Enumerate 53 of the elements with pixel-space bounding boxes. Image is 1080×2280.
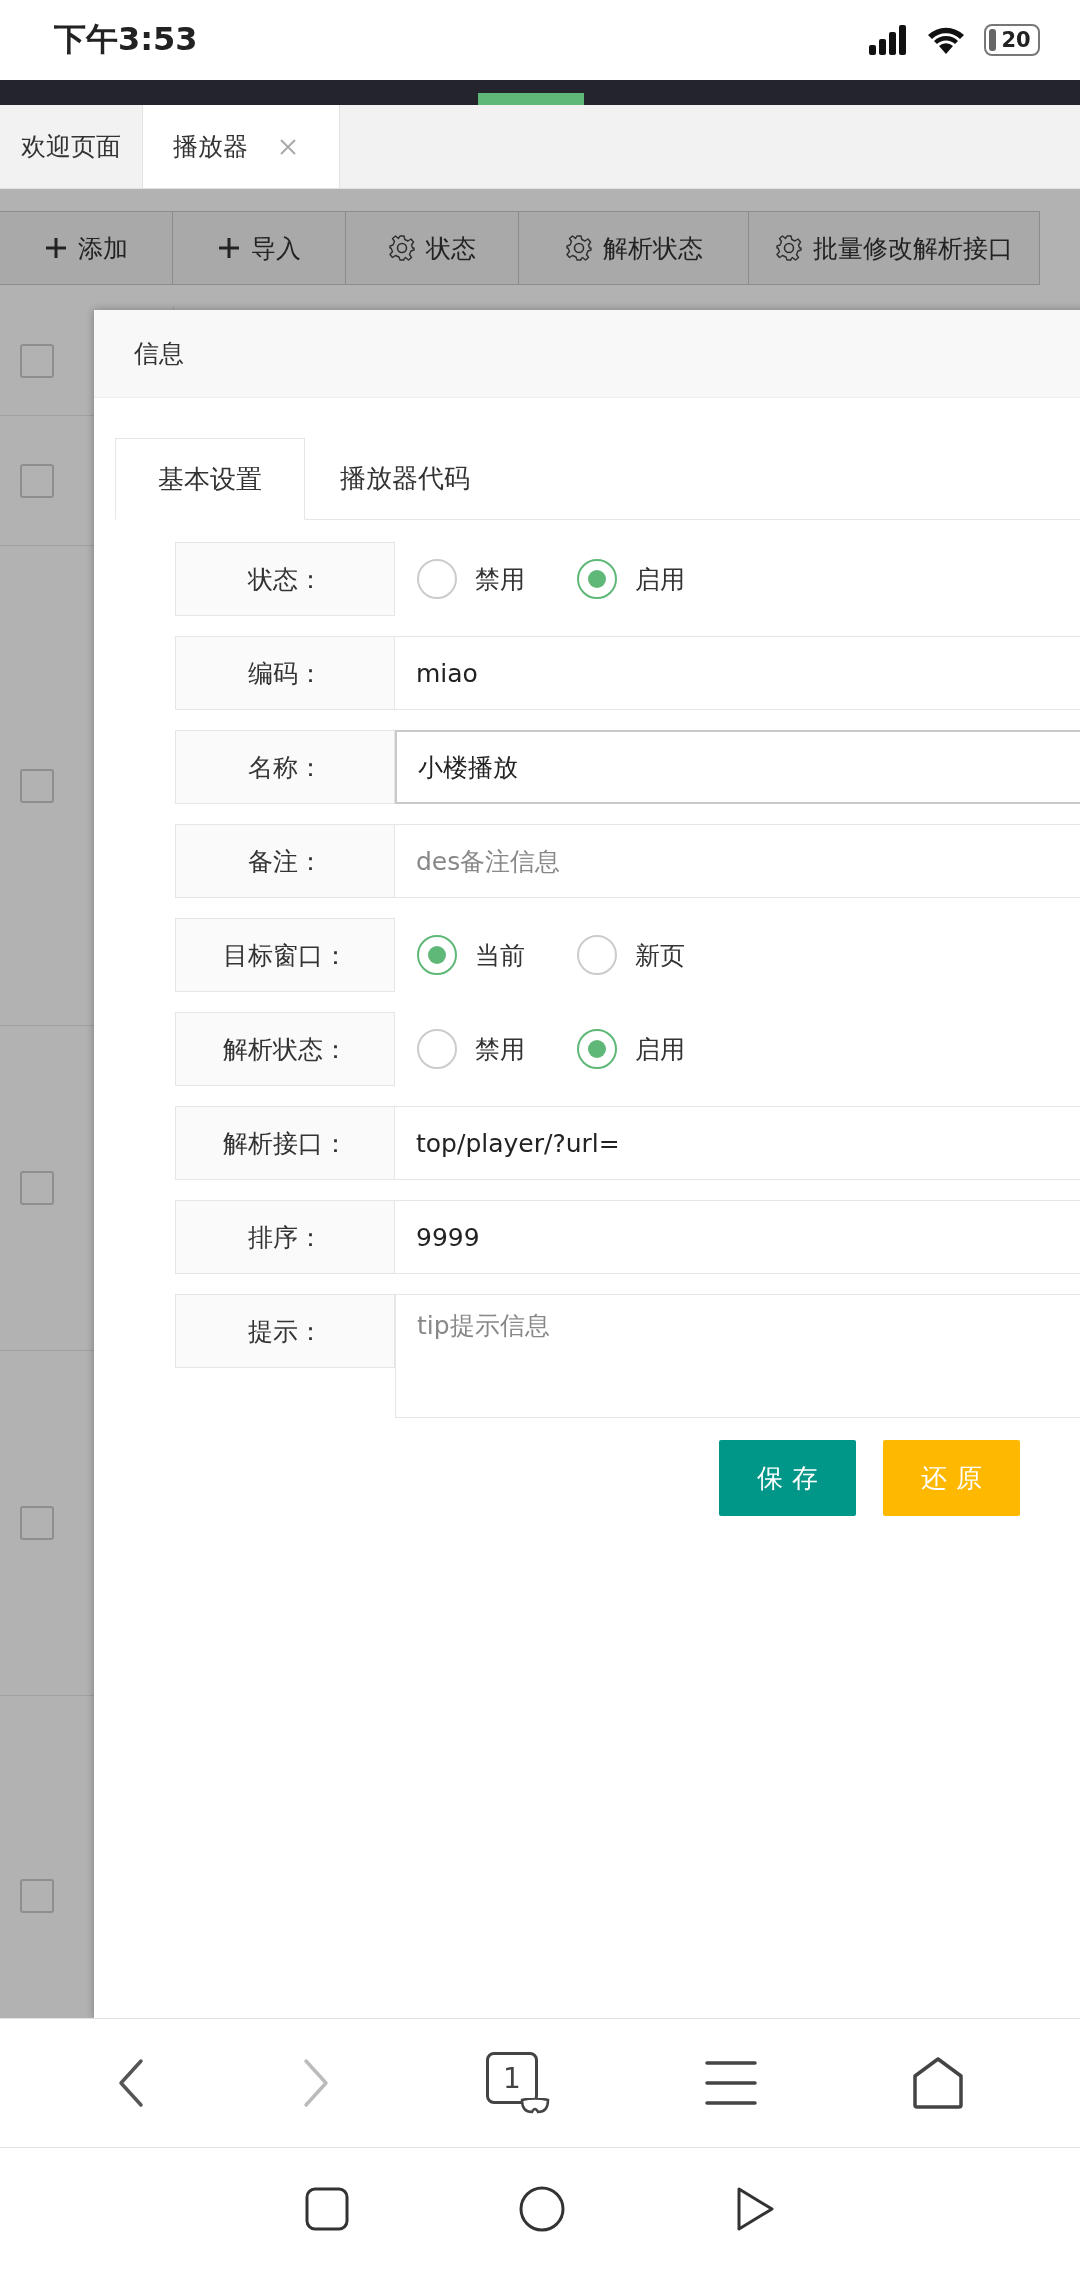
field-label: 名称： bbox=[175, 730, 395, 804]
status-time: 下午3:53 bbox=[54, 19, 198, 60]
settings-icon bbox=[388, 234, 416, 262]
radio-option[interactable]: 禁用 bbox=[417, 559, 525, 599]
close-icon[interactable] bbox=[278, 136, 298, 157]
input-field[interactable]: 9999 bbox=[395, 1200, 1080, 1274]
row-checkbox[interactable] bbox=[20, 343, 54, 378]
settings-tab[interactable]: 基本设置 bbox=[115, 438, 305, 520]
battery-icon: 20 bbox=[984, 24, 1040, 56]
dialog-title: 信息 bbox=[134, 338, 184, 370]
toolbar-button[interactable]: 批量修改解析接口 bbox=[748, 211, 1040, 285]
input-field[interactable]: top/player/?url= bbox=[395, 1106, 1080, 1180]
input-field[interactable]: miao bbox=[395, 636, 1080, 710]
signal-icon bbox=[868, 25, 908, 55]
field-label: 提示： bbox=[175, 1294, 395, 1368]
field-label: 目标窗口： bbox=[175, 918, 395, 992]
row-checkbox[interactable] bbox=[20, 768, 54, 803]
recents-icon[interactable] bbox=[305, 2187, 349, 2231]
field-label: 解析状态： bbox=[175, 1012, 395, 1086]
input-field[interactable]: des备注信息 bbox=[395, 824, 1080, 898]
toolbar-button[interactable]: 添加 bbox=[0, 211, 173, 285]
row-checkbox[interactable] bbox=[20, 463, 54, 498]
toolbar-button[interactable]: 解析状态 bbox=[518, 211, 749, 285]
toolbar-button[interactable]: 导入 bbox=[172, 211, 346, 285]
radio-option[interactable]: 启用 bbox=[577, 1029, 685, 1069]
field-label: 解析接口： bbox=[175, 1106, 395, 1180]
field-label: 编码： bbox=[175, 636, 395, 710]
mask-icon bbox=[519, 2098, 550, 2114]
textarea-field[interactable]: tip提示信息 bbox=[395, 1294, 1080, 1418]
page-tab[interactable]: 播放器 bbox=[143, 105, 340, 188]
menu-icon[interactable] bbox=[705, 2059, 758, 2107]
settings-tab[interactable]: 播放器代码 bbox=[305, 438, 507, 519]
row-checkbox[interactable] bbox=[20, 1878, 54, 1913]
radio-option[interactable]: 禁用 bbox=[417, 1029, 525, 1069]
plus-icon bbox=[217, 236, 241, 260]
field-label: 状态： bbox=[175, 542, 395, 616]
field-label: 备注： bbox=[175, 824, 395, 898]
plus-icon bbox=[44, 236, 68, 260]
home-icon[interactable] bbox=[912, 2056, 965, 2110]
field-label: 排序： bbox=[175, 1200, 395, 1274]
row-checkbox[interactable] bbox=[20, 1506, 54, 1540]
back-icon[interactable] bbox=[735, 2186, 775, 2232]
toolbar-button[interactable]: 状态 bbox=[345, 211, 519, 285]
settings-icon bbox=[564, 234, 593, 262]
radio-option[interactable]: 当前 bbox=[417, 935, 525, 975]
radio-option[interactable]: 启用 bbox=[577, 559, 685, 599]
input-field[interactable]: 小楼播放 bbox=[395, 730, 1080, 804]
settings-icon bbox=[775, 234, 803, 262]
radio-option[interactable]: 新页 bbox=[577, 935, 685, 975]
wifi-icon bbox=[926, 25, 966, 55]
home-icon[interactable] bbox=[519, 2186, 565, 2232]
row-checkbox[interactable] bbox=[20, 1171, 54, 1205]
form-button[interactable]: 保 存 bbox=[719, 1440, 856, 1516]
